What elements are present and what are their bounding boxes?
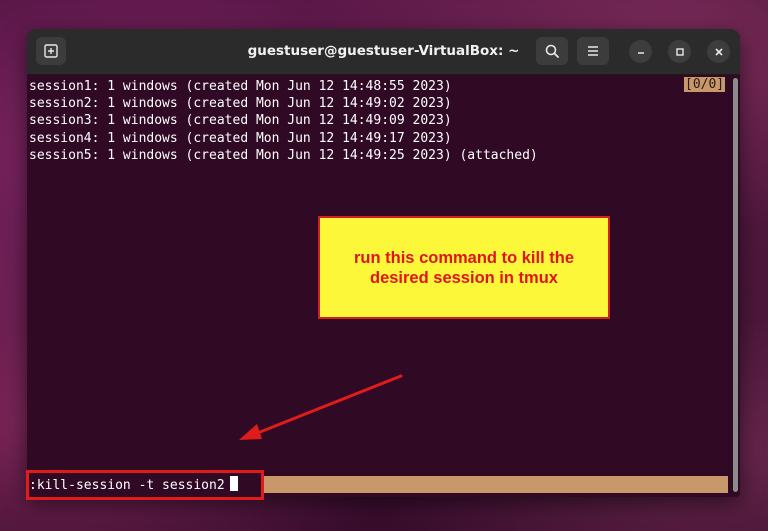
command-highlight-box [26,470,264,500]
maximize-button[interactable] [668,40,691,63]
session-line: session1: 1 windows (created Mon Jun 12 … [29,79,452,94]
menu-button[interactable] [577,37,609,65]
minimize-button[interactable] [629,40,652,63]
maximize-icon [675,47,684,56]
minimize-icon [637,51,644,54]
new-tab-button[interactable] [36,37,66,65]
close-icon [714,47,723,56]
scrollbar-thumb[interactable] [733,78,738,492]
scrollbar[interactable] [729,75,740,497]
search-button[interactable] [536,37,568,65]
search-icon [545,44,559,58]
session-line: session2: 1 windows (created Mon Jun 12 … [29,96,452,111]
tmux-position-indicator: [0/0] [684,77,726,92]
session-line: session4: 1 windows (created Mon Jun 12 … [29,131,452,146]
hamburger-menu-icon [588,46,598,56]
close-button[interactable] [707,40,730,63]
callout-text: run this command to kill the desired ses… [353,248,575,287]
new-tab-icon [44,44,58,58]
annotation-callout: run this command to kill the desired ses… [318,216,610,319]
title-bar[interactable]: guestuser@guestuser-VirtualBox: ~ [27,29,740,75]
session-line: session3: 1 windows (created Mon Jun 12 … [29,113,452,128]
session-line: session5: 1 windows (created Mon Jun 12 … [29,148,538,163]
